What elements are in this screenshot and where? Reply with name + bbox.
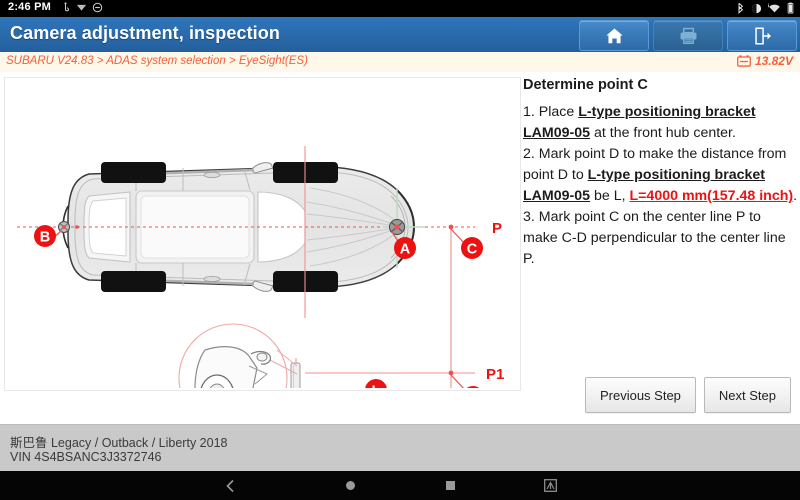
android-status-bar: 2:46 PM (0, 0, 800, 17)
leader-D (450, 374, 465, 388)
label-B: B (34, 225, 56, 247)
breadcrumb[interactable]: SUBARU V24.83 > ADAS system selection > … (6, 55, 308, 67)
nav-home-button[interactable] (335, 471, 365, 500)
status-left-icons (60, 2, 103, 13)
app-screen: 2:46 PM Camera adjustment, inspection SU… (0, 0, 800, 500)
dnd-icon (92, 2, 103, 13)
nav-screenshot-button[interactable] (535, 471, 565, 500)
battery-voltage-icon (737, 55, 751, 67)
printer-icon (680, 27, 696, 44)
step-1-suffix: at the front hub center. (590, 125, 736, 141)
circle-icon (345, 481, 355, 490)
battery-icon (787, 2, 794, 14)
previous-step-button[interactable]: Previous Step (584, 377, 696, 413)
chevron-left-icon (225, 479, 234, 492)
instruction-text: 1. Place L-type positioning bracket LAM0… (523, 102, 798, 270)
usb-debug-icon (64, 2, 69, 12)
dnd-icon (751, 3, 762, 13)
step-navigation: Previous Step Next Step (584, 377, 791, 413)
nav-recents-button[interactable] (435, 471, 465, 500)
label-P: P (492, 220, 502, 237)
next-step-button[interactable]: Next Step (703, 377, 791, 413)
svg-text:L: L (372, 384, 381, 389)
nav-back-button[interactable] (215, 471, 245, 500)
wifi-icon (768, 2, 780, 12)
step-1-prefix: 1. Place (523, 104, 579, 120)
voltage-value: 13.82V (754, 54, 793, 68)
svg-text:C: C (467, 242, 478, 258)
instruction-panel: Determine point C 1. Place L-type positi… (519, 72, 800, 424)
step-2-value: L=4000 mm(157.48 inch) (629, 188, 794, 204)
label-A: A (394, 237, 416, 259)
title-bar-buttons (579, 20, 797, 51)
breadcrumb-bar: SUBARU V24.83 > ADAS system selection > … (0, 52, 800, 73)
content-area: B A C D L P P1 (0, 72, 800, 424)
screenshot-icon (543, 479, 557, 492)
status-right-icons (736, 2, 794, 14)
vehicle-info-footer: 斯巴鲁 Legacy / Outback / Liberty 2018 VIN … (0, 424, 800, 472)
step-2-suffix: . (793, 188, 798, 204)
instruction-heading: Determine point C (523, 77, 648, 93)
exit-icon (754, 26, 771, 45)
page-title: Camera adjustment, inspection (10, 23, 280, 43)
step-2-mid: be L, (590, 188, 630, 204)
app-title-bar: Camera adjustment, inspection (0, 17, 800, 53)
svg-text:B: B (40, 230, 50, 246)
vehicle-model: 斯巴鲁 Legacy / Outback / Liberty 2018 (10, 436, 228, 450)
point-B-marker (58, 221, 70, 233)
wheel-rear-left (101, 162, 166, 183)
step-3: 3. Mark point C on the center line P to … (523, 209, 786, 267)
android-nav-bar (0, 471, 800, 500)
front-hub-bracket-detail (178, 323, 298, 388)
square-icon (445, 481, 455, 490)
label-L: L (365, 379, 387, 388)
home-button[interactable] (579, 20, 649, 51)
vehicle-top-view-alignment-diagram: B A C D L P P1 (4, 77, 521, 391)
point-C-marker (448, 224, 454, 230)
l-type-bracket (290, 362, 301, 388)
voltage-indicator: 13.82V (737, 54, 793, 68)
wheel-rear-right (101, 271, 166, 292)
print-button[interactable] (653, 20, 723, 51)
home-icon (605, 28, 623, 43)
point-D-marker (448, 370, 454, 376)
status-clock: 2:46 PM (8, 1, 51, 13)
svg-text:A: A (400, 242, 411, 258)
vpn-icon (76, 4, 87, 11)
label-C: C (461, 237, 483, 259)
label-P1: P1 (486, 366, 504, 383)
label-D: D (466, 386, 480, 388)
leader-C (450, 228, 466, 245)
exit-button[interactable] (727, 20, 797, 51)
vehicle-vin: VIN 4S4BSANC3J3372746 (10, 450, 162, 464)
bluetooth-icon (738, 2, 744, 14)
